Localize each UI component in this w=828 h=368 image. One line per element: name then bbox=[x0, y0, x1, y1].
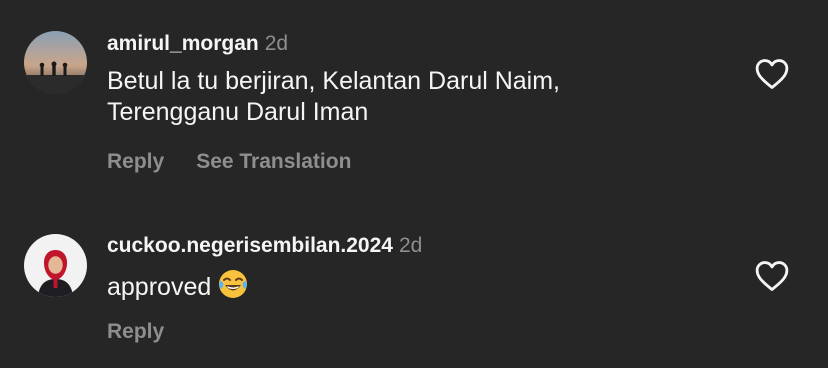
comment-meta: amirul_morgan 2d bbox=[107, 32, 728, 56]
username-link[interactable]: cuckoo.negerisembilan.2024 bbox=[107, 234, 393, 257]
comment-body: cuckoo.negerisembilan.2024 2d approved bbox=[107, 234, 728, 303]
comment-timestamp: 2d bbox=[264, 32, 289, 55]
username-link[interactable]: amirul_morgan bbox=[107, 32, 259, 55]
face-with-tears-of-joy-icon bbox=[219, 270, 248, 298]
comment-item: cuckoo.negerisembilan.2024 2d approved Re… bbox=[0, 200, 828, 368]
comment-text: approved bbox=[107, 268, 728, 303]
comment-actions: Reply See Translation bbox=[107, 150, 351, 174]
reply-button[interactable]: Reply bbox=[107, 320, 164, 343]
comment-text-line: Terengganu Darul Iman bbox=[107, 98, 369, 126]
woman-red-hijab-avatar-icon bbox=[24, 234, 87, 297]
comment-text-line: Betul la tu berjiran, Kelantan Darul Nai… bbox=[107, 67, 561, 95]
heart-outline-icon[interactable] bbox=[755, 260, 789, 292]
heart-outline-icon[interactable] bbox=[755, 58, 789, 90]
comment-item: amirul_morgan 2d Betul la tu berjiran, Ke… bbox=[0, 0, 828, 200]
comment-meta: cuckoo.negerisembilan.2024 2d bbox=[107, 234, 728, 258]
comment-body: amirul_morgan 2d Betul la tu berjiran, Ke… bbox=[107, 32, 728, 128]
reply-button[interactable]: Reply bbox=[107, 150, 164, 173]
comment-text: Betul la tu berjiran, Kelantan Darul Nai… bbox=[107, 66, 728, 128]
sunset-silhouette-avatar-icon bbox=[24, 31, 87, 94]
avatar[interactable] bbox=[24, 31, 87, 94]
avatar[interactable] bbox=[24, 234, 87, 297]
see-translation-button[interactable]: See Translation bbox=[196, 150, 351, 173]
comment-actions: Reply bbox=[107, 320, 164, 344]
comment-timestamp: 2d bbox=[398, 234, 423, 257]
comment-text-line: approved bbox=[107, 273, 212, 301]
